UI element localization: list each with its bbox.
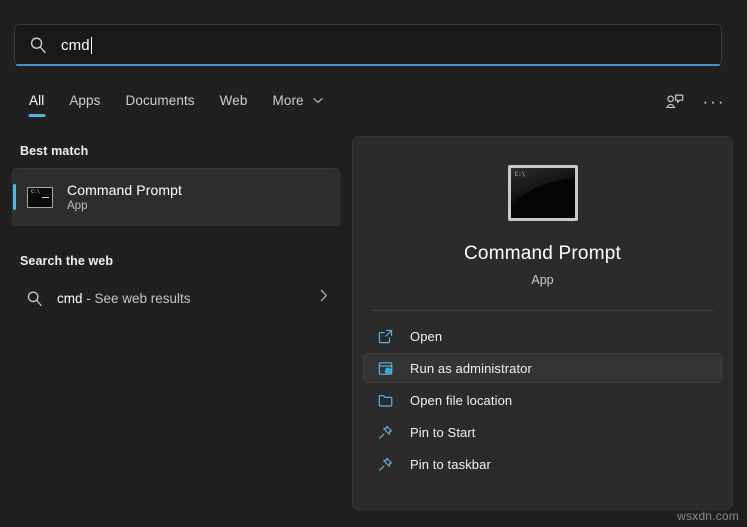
preview-header: C:\ Command Prompt App <box>353 137 732 287</box>
search-input-value: cmd <box>61 36 90 54</box>
search-the-web-section-label: Search the web <box>20 254 114 268</box>
pin-icon <box>376 455 394 473</box>
command-prompt-icon-cursor <box>42 196 49 198</box>
action-pin-to-start-label: Pin to Start <box>410 424 476 440</box>
preview-subtitle: App <box>531 273 554 287</box>
chevron-right-icon[interactable] <box>320 289 328 307</box>
action-pin-to-start[interactable]: Pin to Start <box>363 417 722 447</box>
best-match-subtitle: App <box>67 200 88 212</box>
tab-apps-label: Apps <box>69 92 101 108</box>
command-prompt-icon: C:\ <box>27 186 53 208</box>
results-column: Best match C:\ Command Prompt App Search… <box>0 128 352 527</box>
search-bar-container[interactable]: cmd <box>14 24 722 66</box>
web-result-text: cmd - See web results <box>57 291 191 306</box>
feedback-icon[interactable] <box>663 91 685 113</box>
tab-documents[interactable]: Documents <box>114 88 205 117</box>
action-pin-to-taskbar-label: Pin to taskbar <box>410 456 491 472</box>
command-prompt-icon-text: C:\ <box>31 188 41 195</box>
tab-web-label: Web <box>219 92 248 108</box>
action-open[interactable]: Open <box>363 321 722 351</box>
pin-icon <box>376 423 394 441</box>
action-run-as-administrator[interactable]: Run as administrator <box>363 353 722 383</box>
preview-actions-list: Open Run as administrator Open file loca… <box>353 311 732 479</box>
command-prompt-icon: C:\ <box>507 165 578 221</box>
web-result-query: cmd <box>57 290 83 306</box>
best-match-title: Command Prompt <box>67 182 182 198</box>
preview-panel: C:\ Command Prompt App Open Run as admin… <box>352 136 733 510</box>
search-input[interactable]: cmd <box>14 24 722 66</box>
selection-indicator <box>13 184 16 210</box>
search-icon <box>29 36 47 54</box>
tab-more-label: More <box>272 93 304 108</box>
shield-admin-icon <box>376 359 394 377</box>
action-open-file-location-label: Open file location <box>410 392 513 408</box>
filter-tabs: All Apps Documents Web More <box>0 87 334 117</box>
tab-more[interactable]: More <box>262 87 334 117</box>
best-match-result-command-prompt[interactable]: C:\ Command Prompt App <box>12 168 340 226</box>
web-result-suffix: - See web results <box>82 290 191 306</box>
command-prompt-icon-text: C:\ <box>514 171 526 178</box>
filter-tabs-bar: All Apps Documents Web More ··· <box>0 84 747 120</box>
tab-web[interactable]: Web <box>209 88 259 117</box>
text-caret <box>90 36 92 54</box>
more-options-glyph: ··· <box>702 92 726 111</box>
preview-title: Command Prompt <box>464 243 621 264</box>
web-result-row[interactable]: cmd - See web results <box>12 276 340 320</box>
action-run-as-administrator-label: Run as administrator <box>410 360 532 376</box>
tab-all-label: All <box>29 92 45 108</box>
watermark: wsxdn.com <box>677 509 739 523</box>
open-external-icon <box>376 327 394 345</box>
chevron-down-icon <box>312 92 323 107</box>
folder-icon <box>376 391 394 409</box>
tab-all[interactable]: All <box>18 88 55 117</box>
header-actions: ··· <box>663 91 747 113</box>
tab-documents-label: Documents <box>125 92 195 108</box>
best-match-section-label: Best match <box>20 144 89 158</box>
action-open-label: Open <box>410 328 443 344</box>
tab-apps[interactable]: Apps <box>58 88 111 117</box>
search-icon <box>26 290 43 307</box>
action-pin-to-taskbar[interactable]: Pin to taskbar <box>363 449 722 479</box>
more-options-icon[interactable]: ··· <box>703 91 725 113</box>
action-open-file-location[interactable]: Open file location <box>363 385 722 415</box>
best-match-texts: Command Prompt App <box>67 182 182 212</box>
search-input-value-wrap: cmd <box>61 36 92 54</box>
